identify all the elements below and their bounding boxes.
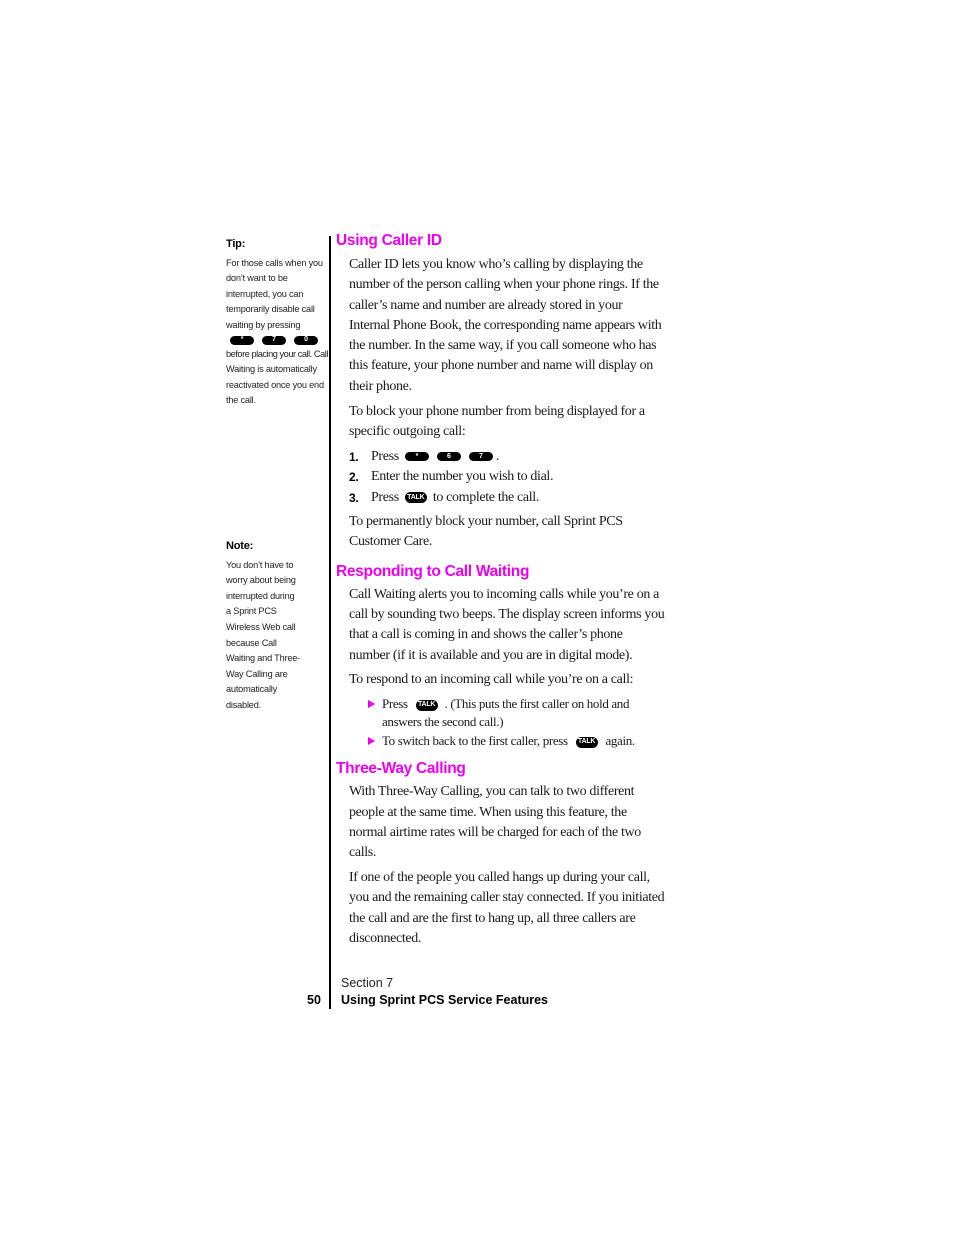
talk-key-icon: TALK (575, 736, 598, 748)
bullet-text: Press (382, 696, 408, 712)
note-line: disabled. (226, 699, 261, 710)
tip-line: waiting by pressing (226, 319, 301, 330)
tip-line: interrupted, you can (226, 288, 304, 299)
tip-line: reactivated once you end (226, 379, 324, 390)
heading-caller-id: Using Caller ID (336, 232, 442, 249)
star-key-icon: * (230, 335, 254, 345)
bullet-arrow-icon (368, 700, 375, 709)
star-key-icon: * (404, 452, 429, 462)
talk-key-icon: TALK (415, 699, 438, 711)
note-line: a Sprint PCS (226, 606, 277, 617)
note-line: You don’t have to (226, 559, 294, 570)
section-call-waiting: Responding to Call Waiting Call Waiting … (336, 563, 666, 750)
heading-three-way: Three-Way Calling (336, 760, 466, 778)
note-line: worry about being (226, 575, 296, 586)
tip-line: the call. (226, 395, 256, 406)
footer-section-title: Using Sprint PCS Service Features (341, 993, 549, 1007)
step-number: 3. (349, 490, 359, 505)
block-number-intro: To block your phone number from being di… (349, 403, 645, 439)
seven-key-icon: 7 (468, 452, 493, 462)
page-number: 50 (307, 993, 321, 1007)
note-line: because Call (226, 637, 277, 648)
tip-line: Waiting is automatically (226, 364, 317, 375)
three-way-hangup-paragraph: If one of the people you called hangs up… (349, 869, 665, 946)
note-line: automatically (226, 684, 278, 695)
block-number-steps: 1. Press * 6 7 . 2. Enter the number you… (349, 447, 666, 509)
tip-label: Tip: (226, 238, 246, 250)
tip-sidebar: Tip: For those calls when you don’t want… (226, 237, 330, 409)
column-divider (329, 236, 331, 1009)
step-number: 1. (349, 449, 359, 464)
three-way-paragraph: With Three-Way Calling, you can talk to … (349, 784, 641, 861)
call-waiting-bullets: Press TALK . (This puts the first caller… (348, 695, 666, 750)
section-caller-id: Using Caller ID Caller ID lets you know … (336, 232, 666, 553)
respond-intro: To respond to an incoming call while you… (349, 672, 634, 688)
step-text: Press (371, 489, 399, 505)
tip-line: don’t want to be (226, 273, 288, 284)
main-content: Using Caller ID Caller ID lets you know … (336, 232, 666, 959)
tip-line: temporarily disable call (226, 304, 315, 315)
step-text: . (495, 448, 500, 464)
bullet-item: Press TALK . (This puts the first caller… (368, 695, 666, 731)
step-text: Press (371, 448, 399, 464)
note-line: Way Calling are (226, 668, 288, 679)
six-key-icon: 6 (436, 452, 461, 462)
note-line: Waiting and Three- (226, 653, 301, 664)
tip-key-sequence: * 7 0 (226, 335, 330, 345)
call-waiting-paragraph: Call Waiting alerts you to incoming call… (349, 586, 665, 663)
note-label: Note: (226, 540, 254, 552)
note-line: Wireless Web call (226, 621, 296, 632)
permanent-block-paragraph: To permanently block your number, call S… (349, 514, 623, 550)
step-item: 1. Press * 6 7 . (349, 447, 666, 468)
seven-key-icon: 7 (262, 335, 286, 345)
zero-key-icon: 0 (294, 335, 318, 345)
note-line: interrupted during (226, 590, 295, 601)
caller-id-paragraph: Caller ID lets you know who’s calling by… (349, 257, 662, 394)
step-item: 2. Enter the number you wish to dial. (349, 467, 666, 488)
talk-key-icon: TALK (404, 492, 427, 504)
step-number: 2. (349, 470, 359, 485)
tip-line: For those calls when you (226, 257, 323, 268)
footer-section-label: Section 7 (341, 976, 394, 990)
note-sidebar: Note: You don’t have to worry about bein… (226, 539, 330, 714)
step-text: to complete the call. (432, 489, 540, 505)
bullet-arrow-icon (368, 737, 375, 746)
bullet-text: To switch back to the first caller, pres… (382, 733, 568, 749)
tip-line: before placing your call. Call (226, 348, 328, 359)
bullet-item: To switch back to the first caller, pres… (368, 732, 666, 750)
section-three-way: Three-Way Calling With Three-Way Calling… (336, 760, 666, 949)
step-text: Enter the number you wish to dial. (371, 469, 554, 485)
bullet-text: again. (605, 733, 635, 749)
heading-call-waiting: Responding to Call Waiting (336, 562, 530, 580)
step-item: 3. Press TALK to complete the call. (349, 488, 666, 509)
